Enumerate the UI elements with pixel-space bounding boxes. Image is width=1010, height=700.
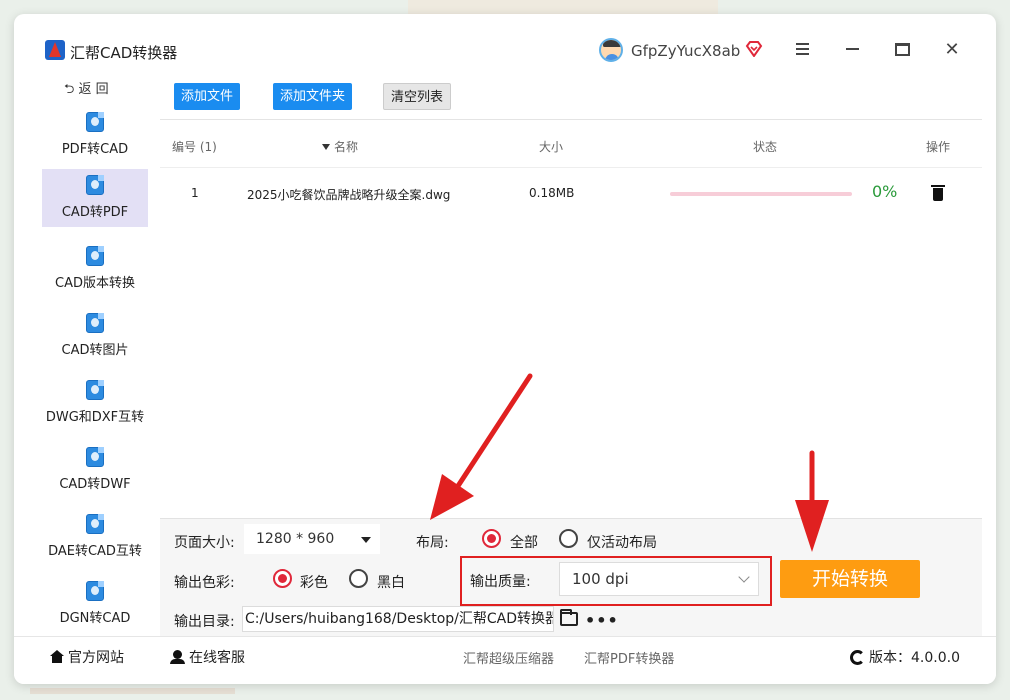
support-label: 在线客服 (189, 650, 245, 666)
file-table: 编号 (1) 名称 大小 状态 操作 1 2025小吃餐饮品牌战略升级全案.dw… (160, 122, 982, 518)
sidebar-item-label: DGN转CAD (59, 611, 131, 626)
app-window: 汇帮CAD转换器 GfpZyYucX8ab ✕ ⮌ 返 回 PDF转CAD CA… (14, 14, 996, 684)
sidebar-item-cad-to-dwf[interactable]: CAD转DWF (42, 441, 148, 499)
back-button[interactable]: ⮌ 返 回 (64, 78, 109, 102)
sidebar-item-cad-to-image[interactable]: CAD转图片 (42, 307, 148, 365)
dwg-dxf-icon (86, 380, 104, 400)
quality-select[interactable]: 100 dpi (559, 562, 759, 596)
output-dir-label: 输出目录: (174, 614, 235, 630)
progress-bar (670, 192, 852, 196)
quality-label: 输出质量: (470, 574, 531, 590)
layout-active-label[interactable]: 仅活动布局 (587, 532, 657, 552)
chevron-down-icon (738, 571, 750, 583)
cad-to-image-icon (86, 313, 104, 333)
website-label: 官方网站 (68, 650, 124, 666)
table-row[interactable]: 1 2025小吃餐饮品牌战略升级全案.dwg 0.18MB 0% (160, 168, 982, 220)
header-size: 大小 (539, 140, 564, 154)
open-folder-icon[interactable] (560, 609, 578, 626)
minimize-button[interactable] (841, 38, 863, 60)
sort-desc-icon (322, 144, 330, 150)
dgn-to-cad-icon (86, 581, 104, 601)
start-convert-button[interactable]: 开始转换 (780, 560, 920, 598)
cad-version-icon (86, 246, 104, 266)
cad-to-dwf-icon (86, 447, 104, 467)
output-dir-field[interactable]: C:/Users/huibang168/Desktop/汇帮CAD转换器 (242, 606, 554, 632)
vip-diamond-icon[interactable] (745, 41, 763, 57)
page-size-label: 页面大小: (174, 535, 235, 551)
version-label: 版本：4.0.0.0 (869, 650, 960, 666)
settings-panel: 页面大小: 1280 * 960 布局: 全部 仅活动布局 输出色彩: 彩色 黑… (160, 518, 982, 636)
color-label: 输出色彩: (174, 575, 235, 591)
header-action: 操作 (926, 140, 951, 154)
pdf-to-cad-icon (86, 112, 104, 132)
refresh-icon (850, 650, 865, 665)
title-bar: 汇帮CAD转换器 GfpZyYucX8ab ✕ (14, 14, 996, 76)
close-button[interactable]: ✕ (941, 38, 963, 60)
app-logo-icon (45, 40, 65, 60)
table-header: 编号 (1) 名称 大小 状态 操作 (160, 122, 982, 168)
sidebar-item-cad-version[interactable]: CAD版本转换 (42, 240, 148, 298)
footer-bar: 官方网站 在线客服 汇帮超级压缩器 汇帮PDF转换器 版本：4.0.0.0 (14, 636, 996, 684)
delete-icon[interactable] (931, 184, 945, 201)
color-option-label[interactable]: 彩色 (300, 572, 328, 592)
layout-label: 布局: (416, 535, 449, 551)
pdf-converter-link[interactable]: 汇帮PDF转换器 (584, 648, 674, 667)
row-file-name: 2025小吃餐饮品牌战略升级全案.dwg (247, 188, 451, 202)
quality-value: 100 dpi (572, 570, 629, 588)
maximize-button[interactable] (891, 38, 913, 60)
page-size-value: 1280 * 960 (256, 531, 335, 547)
add-folder-button[interactable]: 添加文件夹 (273, 83, 353, 110)
toolbar: 添加文件 添加文件夹 清空列表 (160, 76, 982, 120)
minimize-icon (845, 48, 859, 50)
sidebar: ⮌ 返 回 PDF转CAD CAD转PDF CAD版本转换 CAD转图片 DWG… (42, 76, 148, 636)
home-icon (50, 650, 64, 663)
sidebar-item-label: CAD版本转换 (55, 276, 135, 291)
sidebar-item-pdf-to-cad[interactable]: PDF转CAD (42, 106, 148, 164)
maximize-icon (894, 42, 910, 56)
row-file-size: 0.18MB (529, 186, 575, 200)
progress-percent: 0% (872, 182, 898, 201)
user-avatar[interactable] (599, 38, 623, 62)
more-options-icon[interactable]: ••• (585, 611, 619, 630)
header-status: 状态 (753, 140, 778, 154)
background-strip (408, 0, 718, 14)
background-strip (30, 688, 235, 694)
sidebar-item-label: PDF转CAD (61, 142, 129, 157)
layout-active-radio[interactable] (559, 529, 578, 548)
close-icon: ✕ (944, 38, 960, 60)
support-icon (170, 650, 185, 664)
color-radio[interactable] (273, 569, 292, 588)
header-name[interactable]: 名称 (322, 138, 358, 155)
layout-all-radio[interactable] (482, 529, 501, 548)
sidebar-item-dae-cad[interactable]: DAE转CAD互转 (42, 508, 148, 566)
sidebar-item-label: CAD转图片 (61, 343, 129, 358)
page-size-select[interactable]: 1280 * 960 (244, 524, 380, 554)
compressor-link[interactable]: 汇帮超级压缩器 (463, 648, 554, 667)
bw-radio[interactable] (349, 569, 368, 588)
cad-to-pdf-icon (86, 175, 104, 195)
bw-option-label[interactable]: 黑白 (377, 572, 405, 592)
dropdown-caret-icon (361, 537, 371, 543)
support-link[interactable]: 在线客服 (170, 647, 245, 667)
dae-cad-icon (86, 514, 104, 534)
clear-list-button[interactable]: 清空列表 (383, 83, 452, 110)
menu-button[interactable] (791, 38, 813, 60)
sidebar-item-label: CAD转PDF (61, 205, 129, 220)
sidebar-item-label: DAE转CAD互转 (48, 544, 142, 559)
sidebar-item-dgn-to-cad[interactable]: DGN转CAD (42, 575, 148, 633)
header-name-label: 名称 (334, 140, 359, 154)
header-index: 编号 (1) (172, 140, 217, 154)
layout-all-label[interactable]: 全部 (510, 532, 538, 552)
add-file-button[interactable]: 添加文件 (174, 83, 241, 110)
row-index: 1 (191, 186, 199, 200)
sidebar-item-label: CAD转DWF (59, 477, 131, 492)
version-info[interactable]: 版本：4.0.0.0 (850, 647, 960, 667)
username[interactable]: GfpZyYucX8ab (631, 42, 740, 60)
hamburger-icon (795, 43, 809, 55)
app-title: 汇帮CAD转换器 (70, 44, 178, 62)
website-link[interactable]: 官方网站 (50, 647, 124, 667)
sidebar-item-dwg-dxf[interactable]: DWG和DXF互转 (42, 374, 148, 432)
sidebar-item-label: DWG和DXF互转 (45, 410, 145, 425)
sidebar-item-cad-to-pdf[interactable]: CAD转PDF (42, 169, 148, 227)
